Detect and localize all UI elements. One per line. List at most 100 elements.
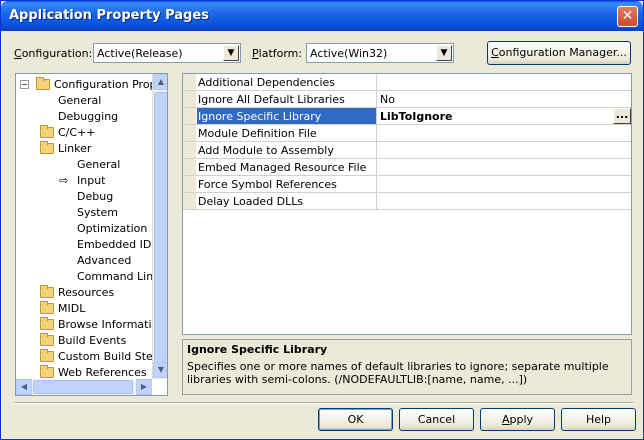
property-row[interactable]: Ignore Specific Library LibToIgnore...: [183, 108, 631, 125]
row-margin: [183, 159, 196, 175]
tree-item-label: Embedded IDL: [77, 238, 158, 251]
platform-combo[interactable]: Active(Win32) ▼: [306, 43, 454, 63]
chevron-down-icon[interactable]: ▼: [223, 45, 239, 61]
tree-item[interactable]: Linker: [16, 141, 152, 157]
tree-item[interactable]: MIDL: [16, 301, 152, 317]
collapse-icon[interactable]: −: [20, 80, 29, 89]
vertical-scroll-thumb[interactable]: [154, 92, 167, 376]
scroll-up-icon[interactable]: ▲: [153, 74, 167, 90]
horizontal-scroll-thumb[interactable]: [33, 380, 133, 394]
close-button[interactable]: ✕: [617, 6, 638, 27]
property-row[interactable]: Embed Managed Resource File: [183, 159, 631, 176]
tree-item-label: Build Events: [58, 334, 127, 347]
description-body: Specifies one or more names of default l…: [187, 360, 609, 386]
row-margin: [183, 142, 196, 158]
title-bar[interactable]: Application Property Pages ✕: [1, 1, 643, 31]
tree-item-label: Debug: [77, 190, 114, 203]
ok-button[interactable]: OK: [318, 408, 393, 431]
folder-icon: [40, 285, 54, 298]
cancel-button[interactable]: Cancel: [399, 408, 474, 431]
tree-item-label: System: [77, 206, 119, 219]
tree-item-label: Configuration Propertie: [54, 78, 167, 91]
property-value[interactable]: No: [380, 93, 395, 106]
column-separator: [376, 74, 377, 90]
chevron-down-icon[interactable]: ▼: [436, 45, 452, 61]
tree-item-label: MIDL: [58, 302, 86, 315]
folder-icon: [40, 365, 54, 378]
row-margin: [183, 193, 196, 209]
tree-item-label: General: [58, 94, 102, 107]
property-value[interactable]: LibToIgnore: [380, 110, 453, 123]
property-grid[interactable]: Additional Dependencies Ignore All Defaul…: [182, 73, 632, 335]
current-page-arrow-icon: ⇨: [59, 174, 69, 187]
tree-item[interactable]: C/C++: [16, 125, 152, 141]
tree-item[interactable]: Build Events: [16, 333, 152, 349]
row-margin: [183, 125, 196, 141]
tree-item[interactable]: General: [16, 93, 152, 109]
tree-item[interactable]: Browse Information: [16, 317, 165, 333]
property-row[interactable]: Delay Loaded DLLs: [183, 193, 631, 210]
folder-open-icon: [36, 77, 50, 90]
folder-icon: [40, 125, 54, 138]
property-name: Ignore All Default Libraries: [198, 93, 345, 106]
description-panel: Ignore Specific Library Specifies one or…: [182, 339, 632, 395]
tree-item[interactable]: Custom Build Step: [16, 349, 160, 365]
property-row[interactable]: Additional Dependencies: [183, 74, 631, 91]
tree-item-label: Resources: [58, 286, 115, 299]
column-separator: [376, 142, 377, 158]
tree-item[interactable]: Resources: [16, 285, 152, 301]
tree-item-label: C/C++: [58, 126, 96, 139]
scroll-down-icon[interactable]: ▼: [153, 362, 167, 378]
tree-item[interactable]: General: [16, 157, 152, 173]
tree-item[interactable]: Debugging: [16, 109, 152, 125]
tree-item[interactable]: Debug: [16, 189, 152, 205]
divider: [15, 402, 633, 404]
help-button[interactable]: Help: [561, 408, 636, 431]
property-row[interactable]: Add Module to Assembly: [183, 142, 631, 159]
scroll-left-icon[interactable]: ◀: [16, 379, 32, 395]
tree-vertical-scrollbar[interactable]: ▲ ▼: [152, 74, 167, 379]
configuration-value: Active(Release): [97, 47, 183, 60]
platform-value: Active(Win32): [310, 47, 388, 60]
property-name: Delay Loaded DLLs: [198, 195, 304, 208]
property-name: Force Symbol References: [198, 178, 337, 191]
property-row[interactable]: Ignore All Default Libraries No: [183, 91, 631, 108]
browse-ellipsis-button[interactable]: ...: [613, 108, 631, 124]
tree-item-label: Advanced: [77, 254, 132, 267]
tree-item-label: Debugging: [58, 110, 119, 123]
folder-icon: [40, 349, 54, 362]
tree-item-label: Optimization: [77, 222, 148, 235]
apply-button[interactable]: Apply: [480, 408, 555, 431]
tree-item[interactable]: Advanced: [16, 253, 152, 269]
tree-item-label: Input: [77, 174, 106, 187]
tree-item[interactable]: Embedded IDL: [16, 237, 157, 253]
configuration-combo[interactable]: Active(Release) ▼: [93, 43, 241, 63]
tree-item-label: Browse Information: [58, 318, 166, 331]
tree-horizontal-scrollbar[interactable]: ◀ ▶: [16, 379, 152, 395]
column-separator: [376, 125, 377, 141]
tree-item[interactable]: ⇨ Input: [16, 173, 152, 189]
tree-item[interactable]: Optimization: [16, 221, 152, 237]
property-row[interactable]: Module Definition File: [183, 125, 631, 142]
description-title: Ignore Specific Library: [187, 343, 328, 356]
property-name: Add Module to Assembly: [198, 144, 334, 157]
property-name: Additional Dependencies: [198, 76, 336, 89]
tree-item-label: Custom Build Step: [58, 350, 160, 363]
tree-item-label: General: [77, 158, 121, 171]
tree-item[interactable]: − Configuration Propertie: [16, 77, 167, 93]
property-name: Module Definition File: [198, 127, 317, 140]
platform-label: Platform:: [252, 47, 303, 60]
column-separator: [376, 108, 377, 124]
row-margin: [183, 108, 196, 124]
configuration-manager-button[interactable]: Configuration Manager...: [487, 41, 631, 65]
folder-icon: [40, 333, 54, 346]
row-margin: [183, 176, 196, 192]
tree-item[interactable]: System: [16, 205, 152, 221]
window-title: Application Property Pages: [9, 8, 209, 23]
category-tree[interactable]: − Configuration Propertie General Debugging…: [15, 73, 168, 396]
property-row[interactable]: Force Symbol References: [183, 176, 631, 193]
column-separator: [376, 91, 377, 107]
tree-item[interactable]: Command Line: [16, 269, 160, 285]
tree-item-label: Linker: [58, 142, 92, 155]
scroll-right-icon[interactable]: ▶: [136, 379, 152, 395]
